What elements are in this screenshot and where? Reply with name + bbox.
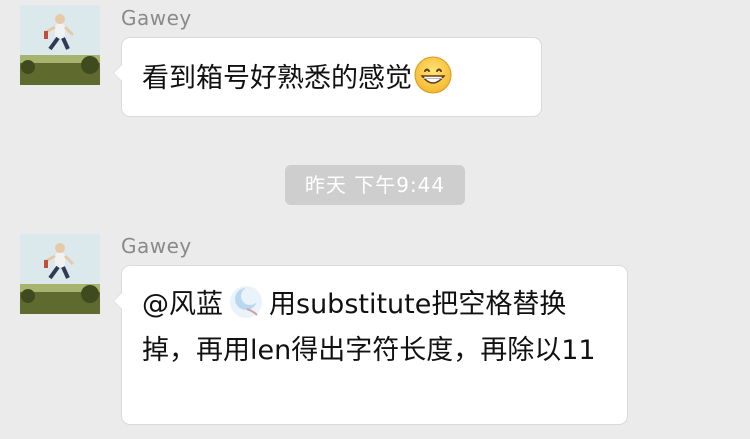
mention-text[interactable]: @风蓝	[142, 289, 223, 320]
sender-avatar[interactable]	[20, 234, 100, 314]
message-text-block: @风蓝 用substitute把空格替换掉，再用len得出字符长度，再除以11	[142, 282, 607, 374]
child-jumping-photo-icon	[20, 234, 100, 314]
sender-avatar[interactable]	[20, 5, 100, 85]
message-bubble[interactable]: 看到箱号好熟悉的感觉	[113, 37, 542, 117]
message-bubble[interactable]: @风蓝 用substitute把空格替换掉，再用len得出字符长度，再除以11	[113, 265, 628, 425]
sender-name: Gawey	[121, 234, 192, 258]
grinning-face-emoji-icon	[414, 56, 452, 94]
blue-moon-avatar-icon	[230, 286, 262, 318]
child-jumping-photo-icon	[20, 5, 100, 85]
message-text: 看到箱号好熟悉的感觉	[142, 63, 412, 94]
timestamp-label: 昨天 下午9:44	[285, 165, 465, 205]
sender-name: Gawey	[121, 6, 192, 30]
chat-message: Gawey 看到箱号好熟悉的感觉	[0, 0, 750, 130]
chat-message: Gawey @风蓝 用substitute把空格替换掉，再用len得出字符长度，…	[0, 226, 750, 439]
